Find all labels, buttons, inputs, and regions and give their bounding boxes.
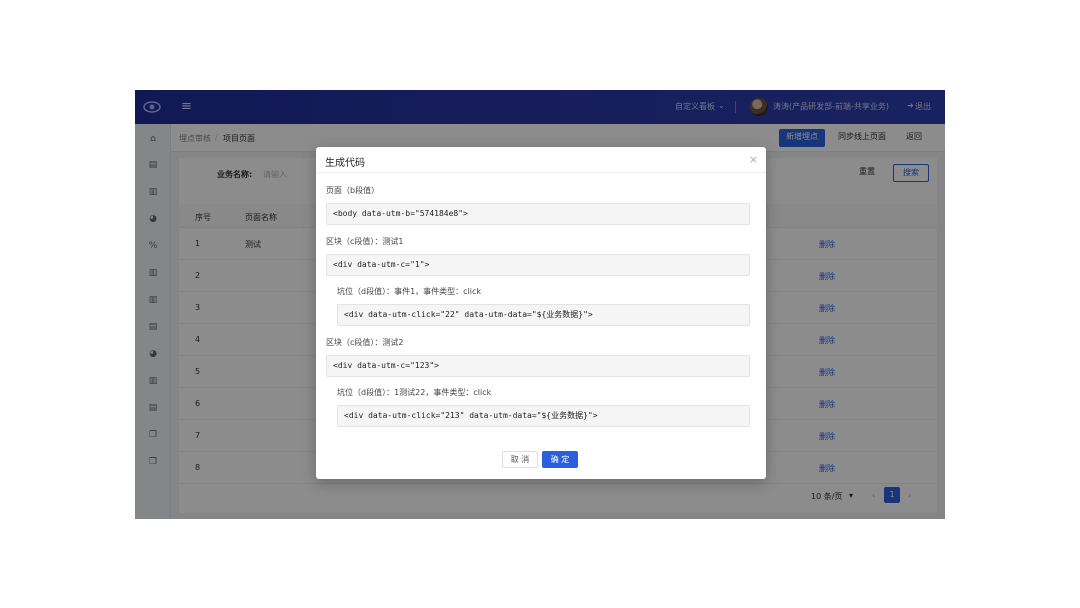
dialog-header: 生成代码 × xyxy=(316,147,766,173)
close-icon[interactable]: × xyxy=(749,153,758,166)
confirm-button[interactable]: 确 定 xyxy=(542,451,578,468)
page-b-label: 页面（b段值） xyxy=(326,186,380,195)
dialog-title: 生成代码 xyxy=(325,158,365,169)
block2-code-snippet[interactable]: <div data-utm-c="123"> xyxy=(326,355,750,377)
slot1-code-snippet[interactable]: <div data-utm-click="22" data-utm-data="… xyxy=(337,304,750,326)
generate-code-dialog: 生成代码 × 页面（b段值） <body data-utm-b="574184e… xyxy=(316,147,766,479)
slot2-code-snippet[interactable]: <div data-utm-click="213" data-utm-data=… xyxy=(337,405,750,427)
cancel-button[interactable]: 取 消 xyxy=(502,451,538,468)
block1-c-label: 区块（c段值）：测试1 xyxy=(326,237,404,246)
page-code-snippet[interactable]: <body data-utm-b="574184e8"> xyxy=(326,203,750,225)
slot2-d-label: 坑位（d段值）：1测试22，事件类型：click xyxy=(337,388,492,397)
block1-code-snippet[interactable]: <div data-utm-c="1"> xyxy=(326,254,750,276)
slot1-d-label: 坑位（d段值）：事件1，事件类型：click xyxy=(337,287,482,296)
block2-c-label: 区块（c段值）：测试2 xyxy=(326,338,404,347)
